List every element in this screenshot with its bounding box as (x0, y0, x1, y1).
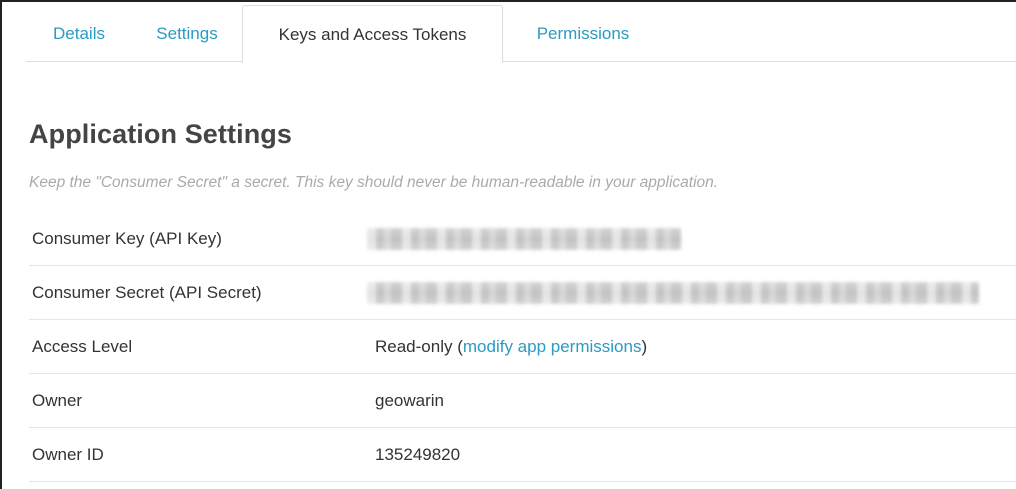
app-settings-panel: Details Settings Keys and Access Tokens … (0, 0, 1016, 489)
consumer-key-row: Consumer Key (API Key) (29, 212, 1016, 266)
owner-value: geowarin (375, 391, 444, 410)
paren-open: ( (452, 337, 463, 356)
owner-label: Owner (32, 391, 83, 410)
consumer-key-value-redacted (367, 228, 681, 250)
owner-id-value: 135249820 (375, 445, 461, 464)
access-level-row: Access Level Read-only (modify app permi… (29, 320, 1016, 374)
consumer-secret-label: Consumer Secret (API Secret) (32, 283, 262, 302)
owner-row: Owner geowarin (29, 374, 1016, 428)
access-level-label: Access Level (32, 337, 133, 356)
tab-bar: Details Settings Keys and Access Tokens … (26, 5, 1016, 63)
tab-details[interactable]: Details (26, 5, 132, 62)
paren-close: ) (641, 337, 648, 356)
owner-id-label: Owner ID (32, 445, 104, 464)
tab-keys-and-access-tokens[interactable]: Keys and Access Tokens (242, 5, 503, 63)
access-level-text: Read-only (375, 337, 453, 356)
tab-permissions[interactable]: Permissions (503, 5, 663, 62)
tab-settings[interactable]: Settings (132, 5, 242, 62)
modify-app-permissions-link[interactable]: modify app permissions (463, 337, 642, 356)
owner-id-row: Owner ID 135249820 (29, 428, 1016, 482)
settings-table: Consumer Key (API Key) Consumer Secret (… (29, 212, 1016, 482)
consumer-secret-value-redacted (367, 282, 979, 304)
consumer-key-label: Consumer Key (API Key) (32, 229, 222, 248)
secret-warning-note: Keep the "Consumer Secret" a secret. Thi… (29, 174, 719, 191)
access-level-value: Read-only (modify app permissions) (375, 320, 647, 374)
page-title: Application Settings (29, 119, 293, 149)
consumer-secret-row: Consumer Secret (API Secret) (29, 266, 1016, 320)
